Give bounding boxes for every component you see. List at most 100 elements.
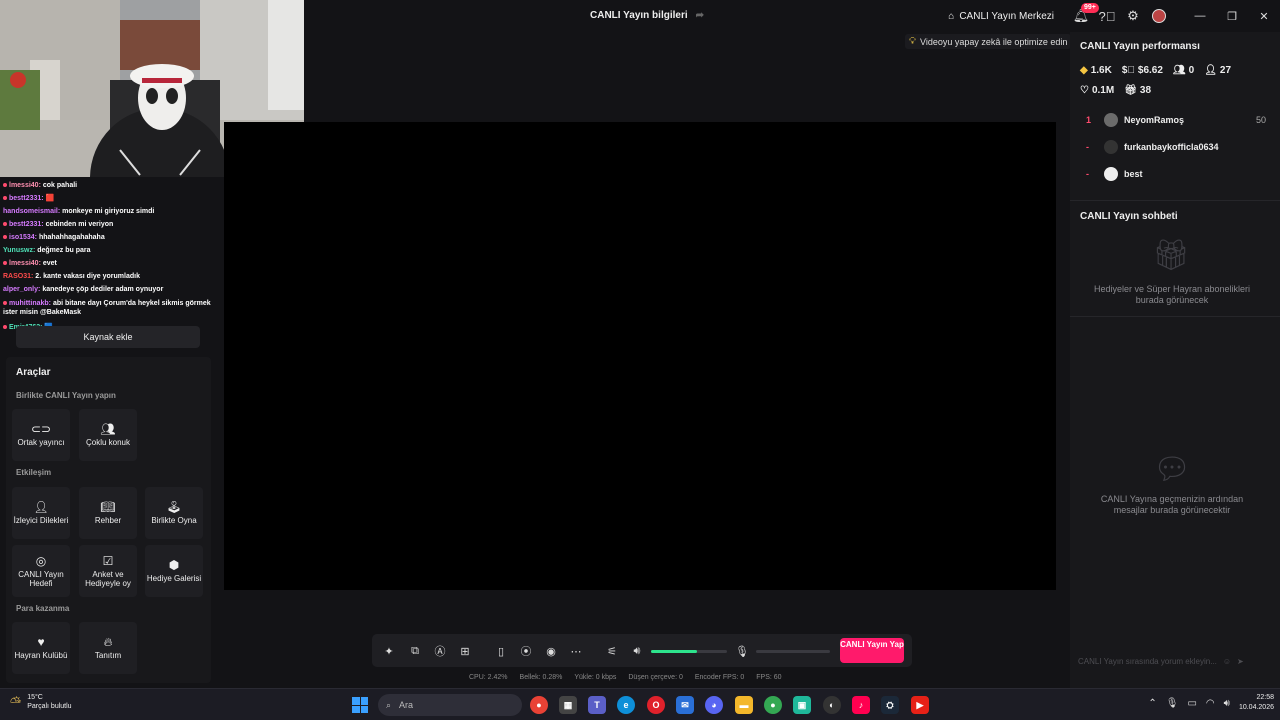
- diamond-icon: ◆: [1080, 65, 1088, 76]
- microphone-button[interactable]: 🎙︎: [733, 642, 751, 660]
- portrait-button[interactable]: ▯: [492, 642, 510, 660]
- play-together-button[interactable]: 🕹︎ Birlikte Oyna: [145, 487, 203, 539]
- live-center-button[interactable]: ⌂ CANLI Yayın Merkezi: [948, 11, 1054, 22]
- discord-app[interactable]: ◕: [705, 696, 723, 714]
- rank-value: -: [1086, 142, 1089, 152]
- mic-volume-slider[interactable]: [756, 650, 830, 653]
- upload-stat: Yükle: 0 kbps: [574, 674, 617, 681]
- help-icon: ?⃝: [1098, 8, 1116, 24]
- opera-app[interactable]: O: [647, 696, 665, 714]
- add-source-button[interactable]: Kaynak ekle: [16, 326, 200, 348]
- gift-gallery-icon: ⬢: [168, 558, 180, 572]
- chat-username: iso1534:: [9, 234, 38, 241]
- chat-text: değmez bu para: [37, 247, 91, 254]
- teams-icon: T: [594, 700, 600, 710]
- display-icon[interactable]: ▭: [1187, 698, 1196, 709]
- add-media-button[interactable]: ⊞: [456, 642, 474, 660]
- cohost-button[interactable]: ⊂⊃ Ortak yayıncı: [12, 409, 70, 461]
- chat-text: monkeye mi giriyoruz simdi: [62, 208, 155, 215]
- steam-icon: ⛭: [886, 699, 894, 710]
- sliders-icon: ⚟: [607, 645, 617, 658]
- help-button[interactable]: ?⃝: [1094, 0, 1120, 32]
- badge-icon: [3, 222, 7, 226]
- viewer-wishes-button[interactable]: 👤︎ İzleyici Dilekleri: [12, 487, 70, 539]
- stats-row-2: ♡ 0.1M 🎁︎ 38: [1080, 85, 1151, 96]
- chat-input[interactable]: CANLI Yayın sırasında yorum ekleyin... ☺…: [1078, 652, 1268, 670]
- fan-club-button[interactable]: ♥ Hayran Kulübü: [12, 622, 70, 674]
- layers-icon: ⧉: [411, 644, 419, 657]
- chevron-up-icon[interactable]: ⌃: [1148, 698, 1156, 709]
- chrome-app[interactable]: ●: [530, 696, 548, 714]
- ai-button[interactable]: Ⓐ: [431, 642, 449, 660]
- maximize-button[interactable]: ❐: [1216, 0, 1248, 32]
- viewers-stat: 👥︎ 0: [1173, 65, 1194, 76]
- leaderboard-row[interactable]: - furkanbaykofficla0634: [1086, 137, 1266, 157]
- microphone-icon[interactable]: 🎙︎: [1166, 698, 1179, 709]
- badge-icon: [3, 196, 7, 200]
- clock[interactable]: 22:58 10.04.2026: [1239, 693, 1274, 713]
- send-icon[interactable]: ➤: [1237, 657, 1244, 666]
- more-button[interactable]: ⋯: [567, 642, 585, 660]
- poll-label: Anket ve Hediyeyle oy: [85, 569, 131, 588]
- tiktok-app[interactable]: ♪: [852, 696, 870, 714]
- fan-club-label: Hayran Kulübü: [14, 651, 68, 660]
- gift-gallery-button[interactable]: ⬢ Hediye Galerisi: [145, 545, 203, 597]
- poll-button[interactable]: ☑ Anket ve Hediyeyle oy: [79, 545, 137, 597]
- close-button[interactable]: ✕: [1248, 0, 1280, 32]
- wifi-icon[interactable]: ◠: [1206, 698, 1215, 709]
- edge-app[interactable]: e: [617, 696, 635, 714]
- settings-button[interactable]: ⚙: [1120, 0, 1146, 32]
- stream-info-title[interactable]: CANLI Yayın bilgileri ➦: [590, 10, 704, 21]
- live-goal-label: CANLI Yayın Hedefi: [18, 569, 64, 588]
- leaderboard-row[interactable]: 1 NeyomRamoş 50: [1086, 110, 1266, 130]
- divider: [1070, 316, 1280, 317]
- steam-app[interactable]: ⛭: [881, 696, 899, 714]
- game-app[interactable]: ◐: [823, 696, 841, 714]
- record-button[interactable]: ⦿: [517, 642, 535, 660]
- heart-icon: ♥: [37, 635, 45, 649]
- speaker-button[interactable]: 🔊︎: [628, 642, 646, 660]
- store-app[interactable]: ▦: [559, 696, 577, 714]
- avatar: [1104, 140, 1118, 154]
- promote-button[interactable]: 🔥︎ Tanıtım: [79, 622, 137, 674]
- live-goal-button[interactable]: ◎ CANLI Yayın Hedefi: [12, 545, 70, 597]
- go-live-button[interactable]: CANLI Yayın Yap: [840, 638, 904, 663]
- emoji-icon[interactable]: ☺: [1223, 657, 1231, 666]
- replay-button[interactable]: ◉: [542, 642, 560, 660]
- scene-button[interactable]: ⧉: [406, 642, 424, 660]
- youtube-app[interactable]: ▶: [911, 696, 929, 714]
- notifications-button[interactable]: 🔔︎ 99+: [1068, 0, 1099, 32]
- discord-icon: ◕: [711, 700, 717, 710]
- taskbar-search[interactable]: ⌕ Ara: [378, 694, 522, 716]
- weather-widget[interactable]: ⛅︎ 15°C Parçalı bulutlu: [10, 693, 72, 711]
- chat-line: RASO31: 2. kante vakası diye yorumladık: [3, 272, 211, 281]
- section-monetize: Para kazanma: [16, 604, 70, 613]
- stream-canvas[interactable]: [224, 122, 1056, 590]
- effects-button[interactable]: ✦: [380, 642, 398, 660]
- minimize-button[interactable]: —: [1184, 0, 1216, 32]
- mail-app[interactable]: ✉: [676, 696, 694, 714]
- guide-button[interactable]: 📖︎ Rehber: [79, 487, 137, 539]
- chat-title: CANLI Yayın sohbeti: [1080, 211, 1178, 222]
- likes-value: 0.1M: [1091, 85, 1115, 96]
- system-tray: ⌃ 🎙︎ ▭ ◠ 🔊︎ 22:58 10.04.2026: [1148, 693, 1274, 713]
- multi-guest-button[interactable]: 👥︎ Çoklu konuk: [79, 409, 137, 461]
- chrome-profile-app[interactable]: ●: [764, 696, 782, 714]
- memory-stat: Bellek: 0.28%: [519, 674, 563, 681]
- gift-box-icon: 🎁︎: [1152, 239, 1191, 272]
- search-placeholder: Ara: [399, 700, 414, 710]
- start-button[interactable]: [352, 697, 368, 713]
- stream-info-label: CANLI Yayın bilgileri: [590, 10, 688, 21]
- live-studio-app-icon[interactable]: ▣: [793, 696, 811, 714]
- promote-label: Tanıtım: [94, 651, 122, 660]
- file-explorer-app[interactable]: ▬: [735, 696, 753, 714]
- live-studio-app: CANLI Yayın bilgileri ➦ ⌂ CANLI Yayın Me…: [0, 0, 1280, 688]
- volume-icon[interactable]: 🔊︎: [1224, 698, 1230, 709]
- share-icon[interactable]: ➦: [696, 10, 704, 21]
- leaderboard-row[interactable]: - best: [1086, 164, 1266, 184]
- ai-optimize-hint[interactable]: 💡︎ Videoyu yapay zekâ ile optimize edin: [905, 34, 1072, 49]
- earnings-value: $6.62: [1137, 65, 1163, 76]
- profile-button[interactable]: [1146, 0, 1172, 32]
- audio-settings-button[interactable]: ⚟: [603, 642, 621, 660]
- teams-app[interactable]: T: [588, 696, 606, 714]
